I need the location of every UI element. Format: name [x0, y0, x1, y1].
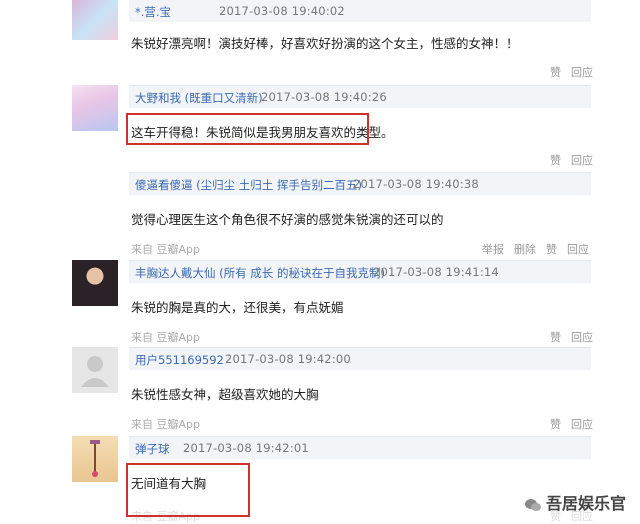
reply-button[interactable]: 回应	[567, 243, 589, 256]
comment-header: 丰胸达人戴大仙 (所有 成长 的秘诀在于自我克制) 2017-03-08 19:…	[129, 260, 591, 283]
default-user-icon	[81, 356, 109, 387]
comment-text: 朱锐性感女神，超级喜欢她的大胸	[131, 387, 319, 402]
source-label: 来自 豆瓣App	[131, 331, 200, 344]
timestamp: 2017-03-08 19:42:01	[183, 441, 309, 455]
comment-item: 用户551169592 2017-03-08 19:42:00 朱锐性感女神，超…	[0, 347, 640, 432]
username-link[interactable]: 弹子球	[135, 441, 170, 457]
comment-item: 傻逼看傻逼 (尘归尘 土归土 挥手告别二百五) 2017-03-08 19:40…	[0, 172, 640, 257]
avatar[interactable]	[72, 347, 118, 393]
avatar[interactable]	[72, 260, 118, 306]
comment-actions: 赞回应	[540, 152, 593, 168]
avatar[interactable]	[72, 85, 118, 131]
like-button[interactable]: 赞	[546, 243, 557, 256]
username-link[interactable]: 用户551169592	[135, 352, 224, 368]
comment-text: 朱锐的胸是真的大，还很美，有点妩媚	[131, 300, 344, 315]
comment-item: 丰胸达人戴大仙 (所有 成长 的秘诀在于自我克制) 2017-03-08 19:…	[0, 260, 640, 345]
timestamp: 2017-03-08 19:42:00	[225, 352, 351, 366]
reply-button[interactable]: 回应	[571, 66, 593, 79]
like-button[interactable]: 赞	[550, 331, 561, 344]
source-label: 来自 豆瓣App	[131, 243, 200, 256]
delete-button[interactable]: 删除	[514, 243, 536, 256]
decorative-icon	[90, 440, 100, 477]
comment-header: 弹子球 2017-03-08 19:42:01	[129, 436, 591, 459]
username-link[interactable]: 丰胸达人戴大仙 (所有 成长 的秘诀在于自我克制)	[135, 265, 385, 281]
comment-text: 觉得心理医生这个角色很不好演的感觉朱锐演的还可以的	[131, 212, 444, 227]
report-button[interactable]: 举报	[482, 243, 504, 256]
wechat-icon	[524, 498, 541, 511]
like-button[interactable]: 赞	[550, 418, 561, 431]
reply-button[interactable]: 回应	[571, 418, 593, 431]
comment-actions: 赞回应	[540, 416, 593, 432]
comment-header: 用户551169592 2017-03-08 19:42:00	[129, 347, 591, 370]
username-link[interactable]: 傻逼看傻逼 (尘归尘 土归土 挥手告别二百五)	[135, 177, 362, 193]
source-label: 来自 豆瓣App	[131, 418, 200, 431]
comment-header: 傻逼看傻逼 (尘归尘 土归土 挥手告别二百五) 2017-03-08 19:40…	[129, 172, 591, 195]
comment-header: 大野和我 (既重口又清新) 2017-03-08 19:40:26	[129, 85, 591, 108]
timestamp: 2017-03-08 19:40:38	[353, 177, 479, 191]
reply-button[interactable]: 回应	[571, 331, 593, 344]
like-button[interactable]: 赞	[550, 154, 561, 167]
comment-header: *.营.宝 2017-03-08 19:40:02	[129, 0, 591, 22]
comment-text: 朱锐好漂亮啊！演技好棒，好喜欢好扮演的这个女主，性感的女神！！	[131, 36, 519, 51]
reply-button[interactable]: 回应	[571, 154, 593, 167]
username-link[interactable]: 大野和我 (既重口又清新)	[135, 90, 263, 106]
username-link[interactable]: *.营.宝	[135, 4, 171, 20]
avatar[interactable]	[72, 436, 118, 482]
comment-actions: 赞回应	[540, 64, 593, 80]
highlight-box	[126, 113, 369, 145]
timestamp: 2017-03-08 19:40:26	[261, 90, 387, 104]
watermark-text: 吾居娱乐官	[545, 494, 626, 513]
timestamp: 2017-03-08 19:40:02	[219, 4, 345, 18]
avatar[interactable]	[72, 0, 118, 40]
comment-actions: 赞回应	[540, 329, 593, 345]
watermark: 吾居娱乐官	[524, 490, 626, 514]
comment-actions: 举报 删除赞回应	[472, 241, 589, 257]
like-button[interactable]: 赞	[550, 66, 561, 79]
highlight-box	[126, 463, 250, 517]
timestamp: 2017-03-08 19:41:14	[373, 265, 499, 279]
comment-item: *.营.宝 2017-03-08 19:40:02 朱锐好漂亮啊！演技好棒，好喜…	[0, 0, 640, 90]
